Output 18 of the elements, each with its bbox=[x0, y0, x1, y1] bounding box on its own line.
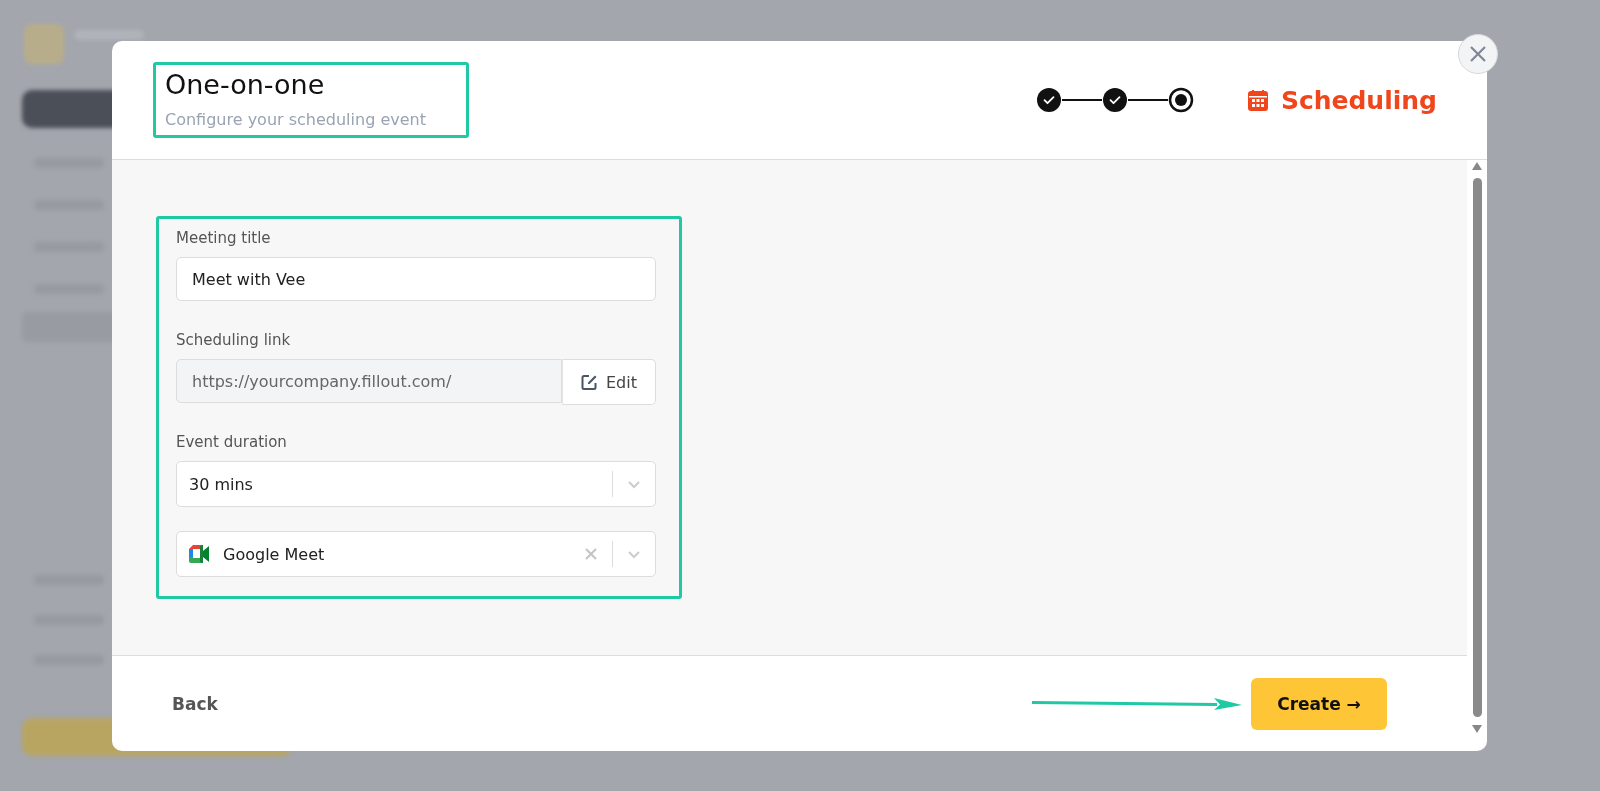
calendar-icon bbox=[1246, 89, 1269, 111]
clear-icon[interactable] bbox=[584, 547, 598, 561]
section-label: Scheduling bbox=[1280, 85, 1437, 115]
close-button[interactable] bbox=[1458, 34, 1498, 74]
edit-icon bbox=[581, 373, 598, 391]
modal-subtitle: Configure your scheduling event bbox=[165, 110, 427, 129]
close-icon bbox=[1468, 44, 1488, 64]
field-label: Event duration bbox=[176, 433, 288, 451]
select-field[interactable]: Google Meet bbox=[176, 531, 656, 577]
input-field[interactable]: Meet with Vee bbox=[176, 257, 656, 301]
create-button[interactable]: Create → bbox=[1251, 677, 1387, 730]
back-button[interactable]: Back bbox=[172, 693, 218, 714]
field-label: Scheduling link bbox=[176, 331, 292, 349]
video-camera-icon bbox=[189, 545, 211, 563]
select-field[interactable]: 30 mins bbox=[176, 461, 656, 507]
scrollbar[interactable] bbox=[1471, 162, 1483, 733]
field-label: Meeting title bbox=[176, 229, 272, 247]
modal-title: One-on-one bbox=[165, 69, 326, 100]
